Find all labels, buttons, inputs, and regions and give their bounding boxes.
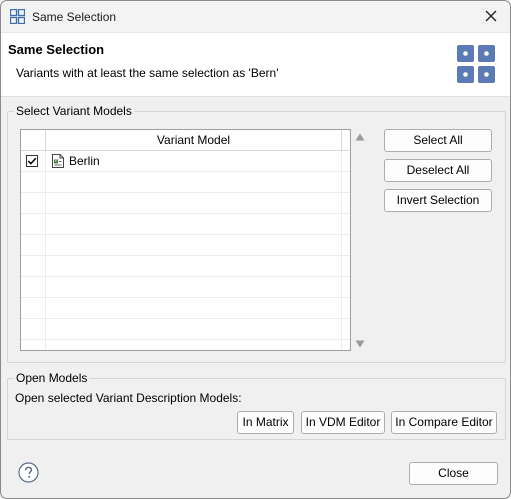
select-variant-models-label: Select Variant Models (14, 104, 134, 118)
in-compare-editor-button[interactable]: In Compare Editor (391, 411, 497, 434)
table-header-variant-model[interactable]: Variant Model (46, 130, 342, 151)
empty-model-cell (46, 319, 342, 339)
scroll-down-icon[interactable] (355, 340, 365, 348)
table-header-check-column[interactable] (21, 130, 46, 151)
scroll-up-icon[interactable] (355, 133, 365, 141)
empty-model-cell (46, 298, 342, 318)
title-bar: Same Selection (1, 1, 510, 33)
row-checkbox[interactable] (26, 155, 38, 167)
app-grid-icon (10, 9, 25, 24)
empty-model-cell (46, 214, 342, 234)
banner-message: Variants with at least the same selectio… (16, 66, 279, 80)
empty-model-cell (46, 235, 342, 255)
table-row[interactable]: Berlin (21, 151, 350, 172)
row-check-cell (21, 151, 46, 171)
help-icon[interactable] (18, 462, 39, 483)
table-row-empty (21, 214, 350, 235)
empty-check-cell (21, 340, 46, 350)
empty-check-cell (21, 235, 46, 255)
dialog-window: Same Selection Same Selection Variants w… (0, 0, 511, 499)
invert-selection-button[interactable]: Invert Selection (384, 189, 492, 212)
empty-check-cell (21, 256, 46, 276)
empty-check-cell (21, 277, 46, 297)
empty-check-cell (21, 319, 46, 339)
empty-model-cell (46, 193, 342, 213)
open-models-label: Open Models (14, 371, 90, 385)
header-banner: Same Selection Variants with at least th… (1, 33, 510, 97)
empty-check-cell (21, 172, 46, 192)
in-matrix-button[interactable]: In Matrix (237, 411, 294, 434)
deselect-all-button[interactable]: Deselect All (384, 159, 492, 182)
empty-model-cell (46, 172, 342, 192)
close-icon[interactable] (482, 7, 500, 25)
empty-check-cell (21, 298, 46, 318)
window-title: Same Selection (32, 10, 117, 24)
table-row-empty (21, 235, 350, 256)
table-row-empty (21, 193, 350, 214)
row-model-cell: Berlin (46, 151, 342, 171)
variant-model-icon (52, 154, 64, 168)
open-models-description: Open selected Variant Description Models… (15, 391, 242, 405)
empty-check-cell (21, 214, 46, 234)
banner-title: Same Selection (8, 42, 105, 57)
table-row-empty (21, 172, 350, 193)
in-vdm-editor-button[interactable]: In VDM Editor (301, 411, 385, 434)
table-row-empty (21, 277, 350, 298)
variant-model-table: Variant Model Berlin (20, 129, 351, 351)
empty-model-cell (46, 340, 342, 350)
table-row-empty (21, 319, 350, 340)
empty-model-cell (46, 277, 342, 297)
close-button[interactable]: Close (409, 462, 498, 485)
table-row-empty (21, 298, 350, 319)
variant-grid-icon (457, 45, 495, 83)
empty-model-cell (46, 256, 342, 276)
select-all-button[interactable]: Select All (384, 129, 492, 152)
empty-check-cell (21, 193, 46, 213)
table-header: Variant Model (21, 130, 350, 151)
row-variant-label: Berlin (69, 154, 100, 168)
table-row-empty (21, 256, 350, 277)
table-row-empty (21, 340, 350, 350)
